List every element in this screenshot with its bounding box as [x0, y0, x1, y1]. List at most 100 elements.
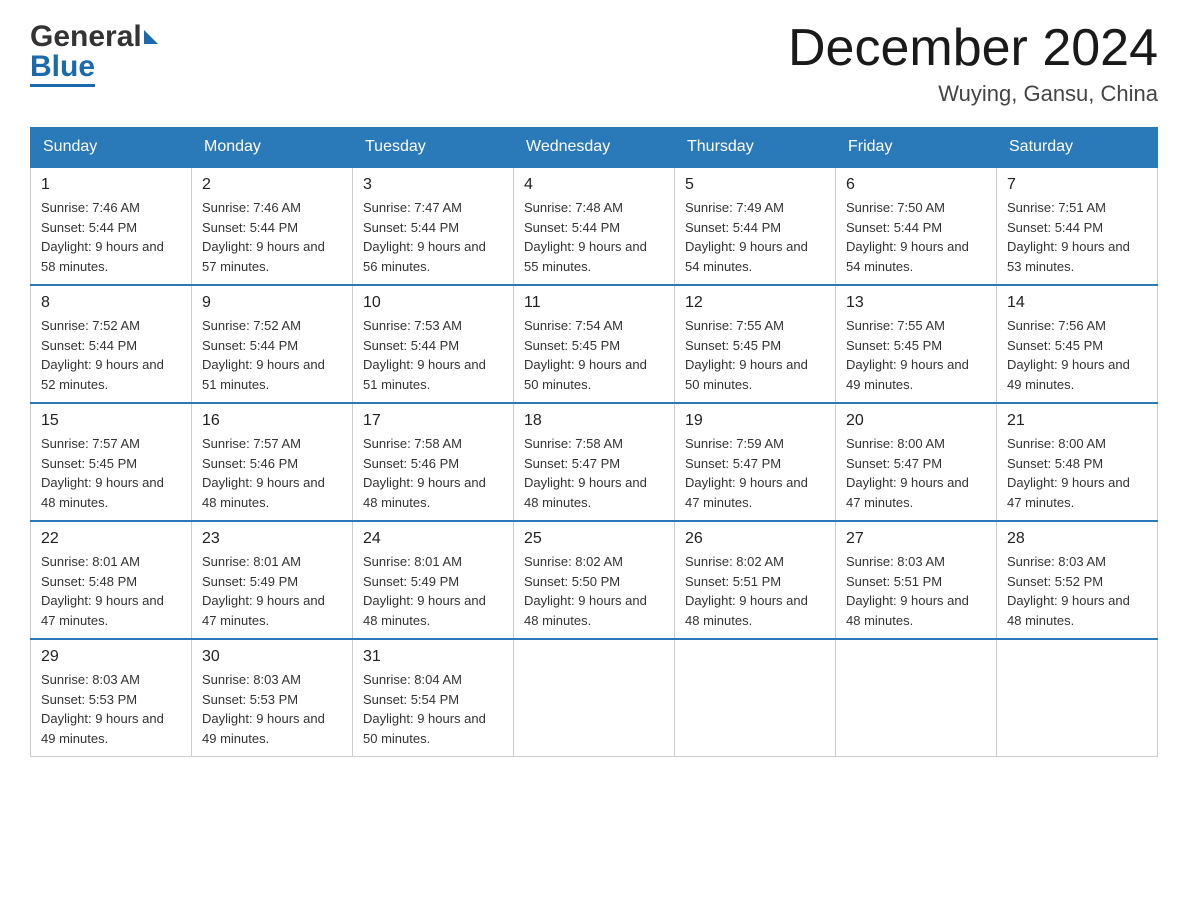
- table-row: 30 Sunrise: 8:03 AMSunset: 5:53 PMDayligh…: [192, 639, 353, 757]
- day-info: Sunrise: 7:55 AMSunset: 5:45 PMDaylight:…: [846, 316, 986, 394]
- day-number: 22: [41, 530, 181, 548]
- col-tuesday: Tuesday: [353, 128, 514, 168]
- day-number: 26: [685, 530, 825, 548]
- table-row: 16 Sunrise: 7:57 AMSunset: 5:46 PMDayligh…: [192, 403, 353, 521]
- day-number: 18: [524, 412, 664, 430]
- day-info: Sunrise: 8:00 AMSunset: 5:47 PMDaylight:…: [846, 434, 986, 512]
- calendar-week-row: 8 Sunrise: 7:52 AMSunset: 5:44 PMDaylight…: [31, 285, 1158, 403]
- table-row: 23 Sunrise: 8:01 AMSunset: 5:49 PMDayligh…: [192, 521, 353, 639]
- day-number: 10: [363, 294, 503, 312]
- day-info: Sunrise: 7:57 AMSunset: 5:45 PMDaylight:…: [41, 434, 181, 512]
- day-number: 8: [41, 294, 181, 312]
- page-subtitle: Wuying, Gansu, China: [788, 81, 1158, 107]
- table-row: 24 Sunrise: 8:01 AMSunset: 5:49 PMDayligh…: [353, 521, 514, 639]
- day-info: Sunrise: 7:46 AMSunset: 5:44 PMDaylight:…: [202, 198, 342, 276]
- day-info: Sunrise: 8:02 AMSunset: 5:50 PMDaylight:…: [524, 552, 664, 630]
- day-info: Sunrise: 7:51 AMSunset: 5:44 PMDaylight:…: [1007, 198, 1147, 276]
- day-number: 9: [202, 294, 342, 312]
- logo: General Blue: [30, 20, 158, 87]
- col-sunday: Sunday: [31, 128, 192, 168]
- logo-general-text: General: [30, 20, 142, 54]
- day-number: 28: [1007, 530, 1147, 548]
- day-number: 24: [363, 530, 503, 548]
- calendar-week-row: 15 Sunrise: 7:57 AMSunset: 5:45 PMDayligh…: [31, 403, 1158, 521]
- table-row: 21Sunrise: 8:00 AMSunset: 5:48 PMDayligh…: [997, 403, 1158, 521]
- day-number: 17: [363, 412, 503, 430]
- table-row: 12 Sunrise: 7:55 AMSunset: 5:45 PMDayligh…: [675, 285, 836, 403]
- table-row: 26Sunrise: 8:02 AMSunset: 5:51 PMDayligh…: [675, 521, 836, 639]
- table-row: 10Sunrise: 7:53 AMSunset: 5:44 PMDayligh…: [353, 285, 514, 403]
- day-info: Sunrise: 7:46 AMSunset: 5:44 PMDaylight:…: [41, 198, 181, 276]
- day-number: 30: [202, 648, 342, 666]
- calendar-week-row: 22 Sunrise: 8:01 AMSunset: 5:48 PMDayligh…: [31, 521, 1158, 639]
- day-info: Sunrise: 7:49 AMSunset: 5:44 PMDaylight:…: [685, 198, 825, 276]
- table-row: 5 Sunrise: 7:49 AMSunset: 5:44 PMDaylight…: [675, 167, 836, 285]
- day-info: Sunrise: 7:54 AMSunset: 5:45 PMDaylight:…: [524, 316, 664, 394]
- day-info: Sunrise: 7:58 AMSunset: 5:46 PMDaylight:…: [363, 434, 503, 512]
- day-number: 5: [685, 176, 825, 194]
- day-number: 27: [846, 530, 986, 548]
- day-info: Sunrise: 8:03 AMSunset: 5:53 PMDaylight:…: [41, 670, 181, 748]
- day-number: 11: [524, 294, 664, 312]
- table-row: [836, 639, 997, 757]
- page-header: General Blue December 2024 Wuying, Gansu…: [30, 20, 1158, 107]
- day-info: Sunrise: 7:55 AMSunset: 5:45 PMDaylight:…: [685, 316, 825, 394]
- title-block: December 2024 Wuying, Gansu, China: [788, 20, 1158, 107]
- day-number: 13: [846, 294, 986, 312]
- day-info: Sunrise: 7:59 AMSunset: 5:47 PMDaylight:…: [685, 434, 825, 512]
- page-title: December 2024: [788, 20, 1158, 77]
- logo-blue-text: Blue: [30, 50, 95, 87]
- table-row: [675, 639, 836, 757]
- day-number: 3: [363, 176, 503, 194]
- day-info: Sunrise: 8:03 AMSunset: 5:51 PMDaylight:…: [846, 552, 986, 630]
- col-wednesday: Wednesday: [514, 128, 675, 168]
- table-row: 27 Sunrise: 8:03 AMSunset: 5:51 PMDayligh…: [836, 521, 997, 639]
- table-row: 25 Sunrise: 8:02 AMSunset: 5:50 PMDayligh…: [514, 521, 675, 639]
- day-number: 14: [1007, 294, 1147, 312]
- table-row: 2 Sunrise: 7:46 AMSunset: 5:44 PMDaylight…: [192, 167, 353, 285]
- day-info: Sunrise: 8:01 AMSunset: 5:49 PMDaylight:…: [202, 552, 342, 630]
- day-number: 23: [202, 530, 342, 548]
- day-number: 20: [846, 412, 986, 430]
- day-info: Sunrise: 8:01 AMSunset: 5:49 PMDaylight:…: [363, 552, 503, 630]
- day-number: 29: [41, 648, 181, 666]
- logo-arrow-icon: [144, 30, 158, 44]
- table-row: 7Sunrise: 7:51 AMSunset: 5:44 PMDaylight…: [997, 167, 1158, 285]
- table-row: 17 Sunrise: 7:58 AMSunset: 5:46 PMDayligh…: [353, 403, 514, 521]
- table-row: [997, 639, 1158, 757]
- table-row: 22 Sunrise: 8:01 AMSunset: 5:48 PMDayligh…: [31, 521, 192, 639]
- day-number: 25: [524, 530, 664, 548]
- day-number: 2: [202, 176, 342, 194]
- day-number: 12: [685, 294, 825, 312]
- table-row: 29 Sunrise: 8:03 AMSunset: 5:53 PMDayligh…: [31, 639, 192, 757]
- col-monday: Monday: [192, 128, 353, 168]
- day-number: 4: [524, 176, 664, 194]
- day-info: Sunrise: 7:52 AMSunset: 5:44 PMDaylight:…: [202, 316, 342, 394]
- table-row: 20 Sunrise: 8:00 AMSunset: 5:47 PMDayligh…: [836, 403, 997, 521]
- day-info: Sunrise: 7:50 AMSunset: 5:44 PMDaylight:…: [846, 198, 986, 276]
- table-row: 31Sunrise: 8:04 AMSunset: 5:54 PMDayligh…: [353, 639, 514, 757]
- day-number: 21: [1007, 412, 1147, 430]
- day-number: 6: [846, 176, 986, 194]
- day-info: Sunrise: 8:03 AMSunset: 5:53 PMDaylight:…: [202, 670, 342, 748]
- table-row: 11 Sunrise: 7:54 AMSunset: 5:45 PMDayligh…: [514, 285, 675, 403]
- calendar-header-row: Sunday Monday Tuesday Wednesday Thursday…: [31, 128, 1158, 168]
- day-info: Sunrise: 7:52 AMSunset: 5:44 PMDaylight:…: [41, 316, 181, 394]
- day-info: Sunrise: 7:57 AMSunset: 5:46 PMDaylight:…: [202, 434, 342, 512]
- day-number: 15: [41, 412, 181, 430]
- col-saturday: Saturday: [997, 128, 1158, 168]
- day-number: 31: [363, 648, 503, 666]
- calendar-week-row: 1Sunrise: 7:46 AMSunset: 5:44 PMDaylight…: [31, 167, 1158, 285]
- table-row: 14 Sunrise: 7:56 AMSunset: 5:45 PMDayligh…: [997, 285, 1158, 403]
- day-info: Sunrise: 7:56 AMSunset: 5:45 PMDaylight:…: [1007, 316, 1147, 394]
- table-row: 6 Sunrise: 7:50 AMSunset: 5:44 PMDaylight…: [836, 167, 997, 285]
- day-info: Sunrise: 7:48 AMSunset: 5:44 PMDaylight:…: [524, 198, 664, 276]
- table-row: 3Sunrise: 7:47 AMSunset: 5:44 PMDaylight…: [353, 167, 514, 285]
- table-row: 1Sunrise: 7:46 AMSunset: 5:44 PMDaylight…: [31, 167, 192, 285]
- day-info: Sunrise: 8:01 AMSunset: 5:48 PMDaylight:…: [41, 552, 181, 630]
- col-thursday: Thursday: [675, 128, 836, 168]
- calendar-table: Sunday Monday Tuesday Wednesday Thursday…: [30, 127, 1158, 757]
- table-row: 9 Sunrise: 7:52 AMSunset: 5:44 PMDaylight…: [192, 285, 353, 403]
- day-number: 16: [202, 412, 342, 430]
- table-row: 13 Sunrise: 7:55 AMSunset: 5:45 PMDayligh…: [836, 285, 997, 403]
